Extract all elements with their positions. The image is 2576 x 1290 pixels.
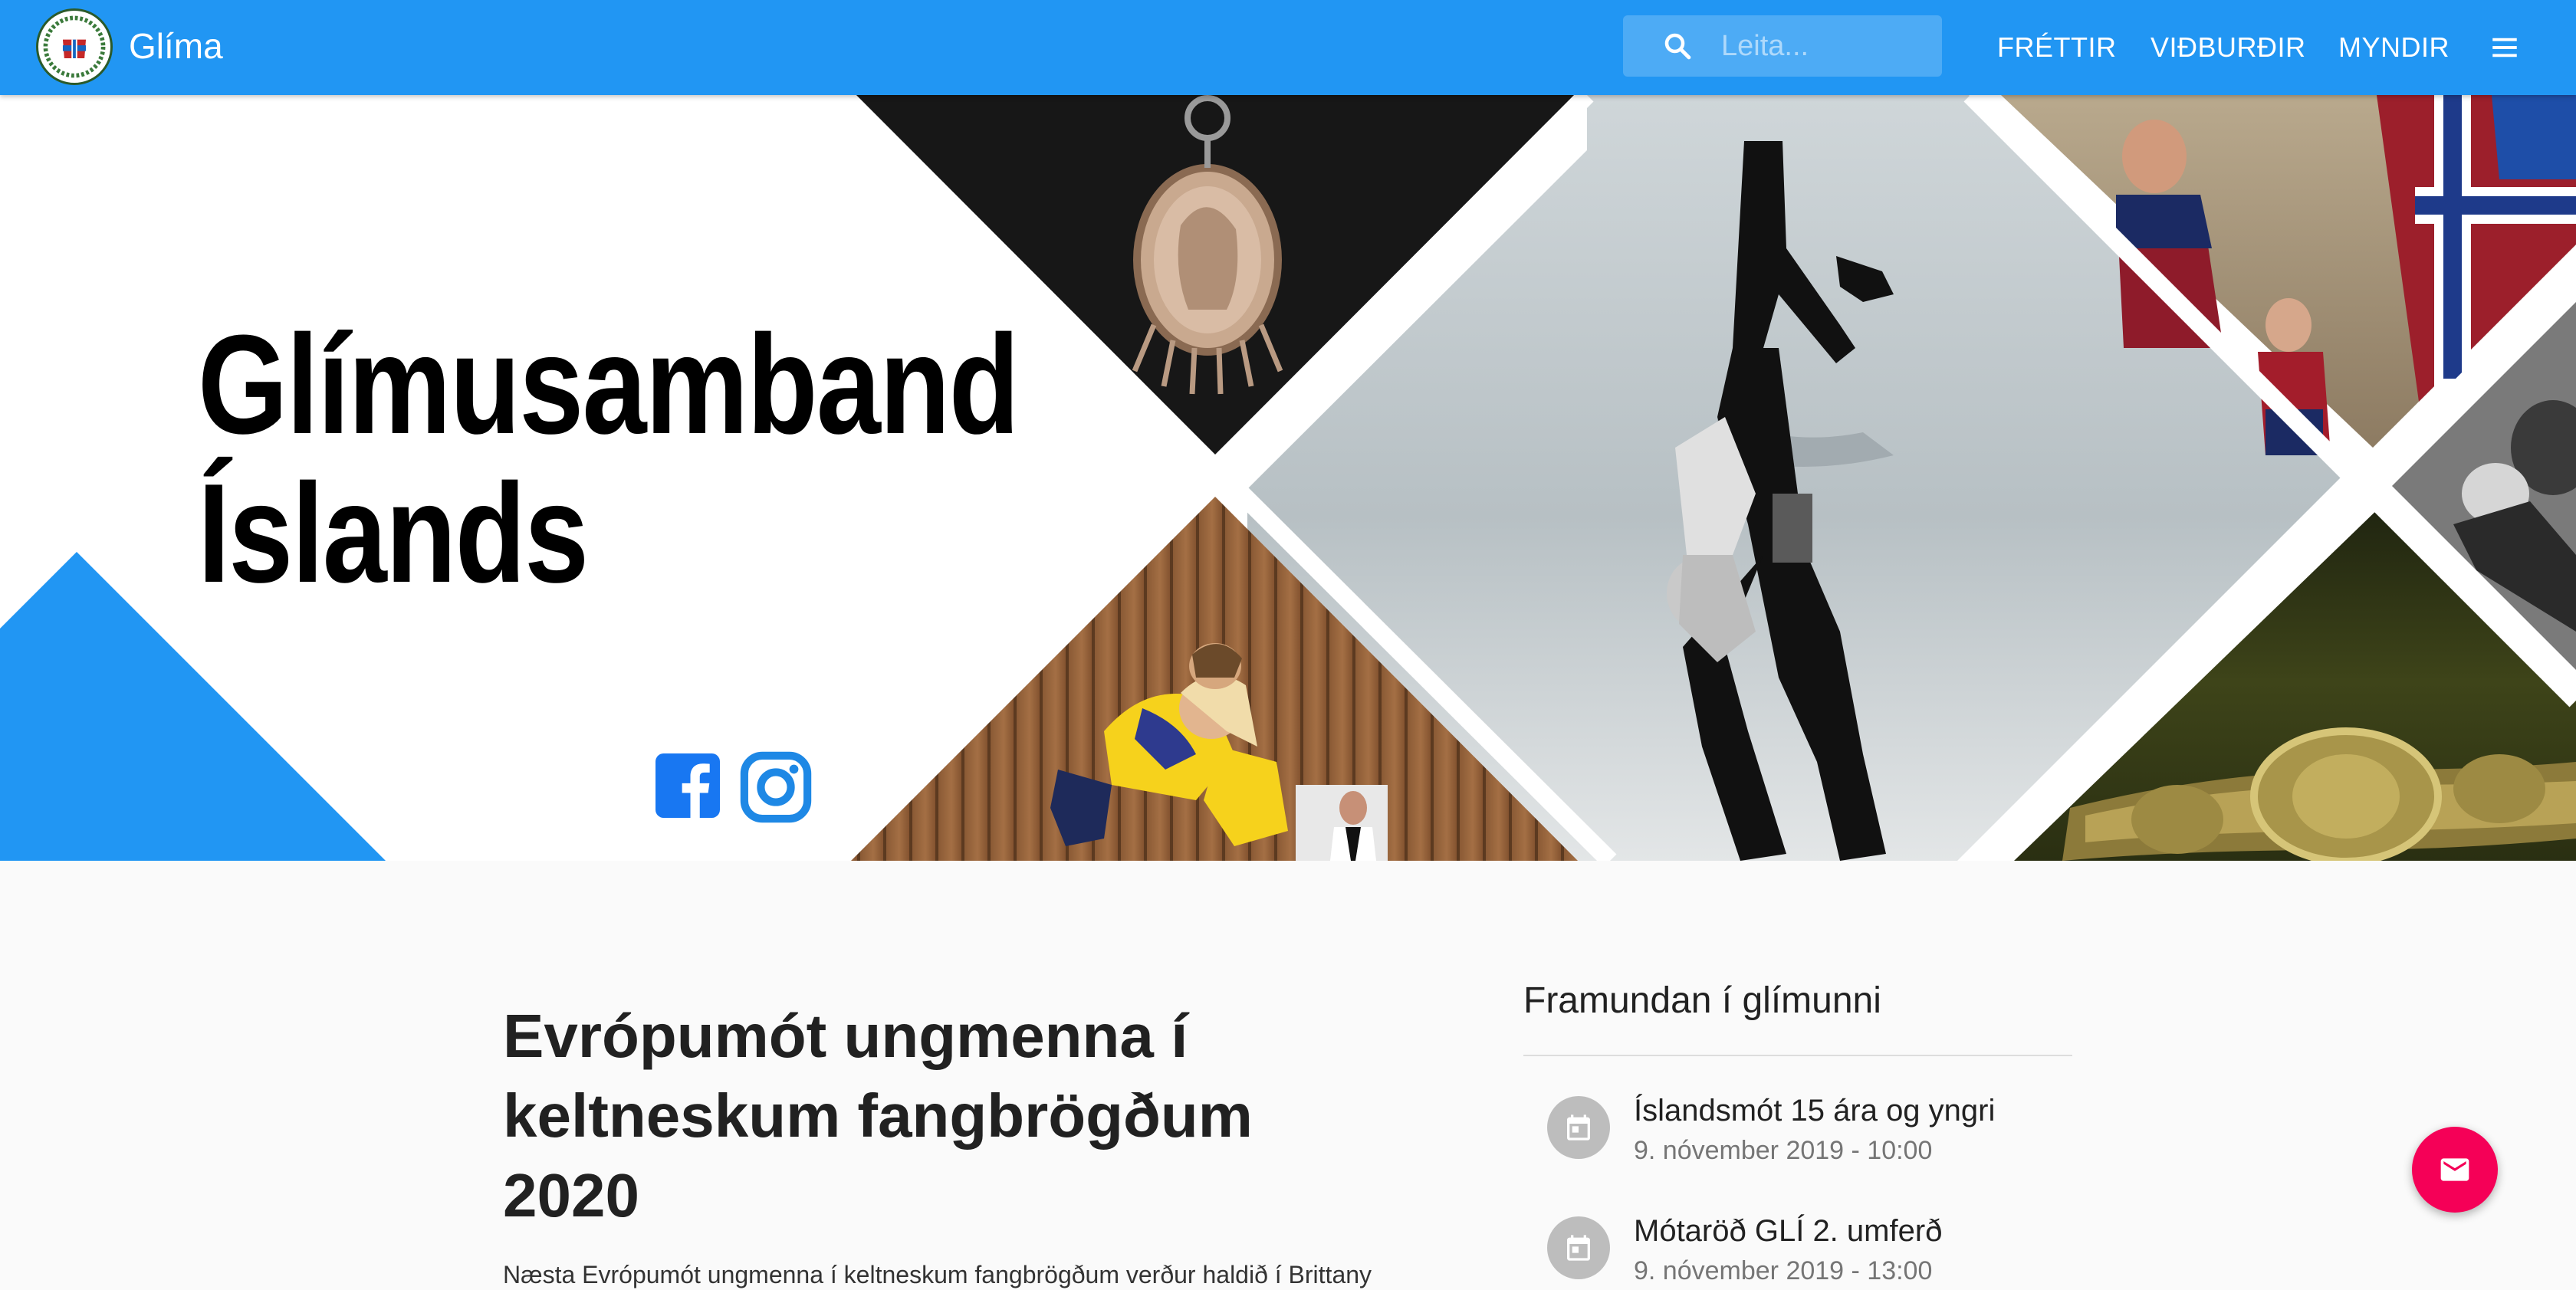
hero-banner: Glímusamband Íslands [0, 95, 2576, 861]
article-lead: Næsta Evrópumót ungmenna í keltneskum fa… [503, 1261, 1372, 1288]
search-box[interactable] [1623, 15, 1942, 77]
search-icon[interactable] [1661, 30, 1694, 62]
contact-fab-button[interactable] [2412, 1127, 2498, 1213]
event-date: 9. nóvember 2019 - 10:00 [1634, 1136, 1933, 1165]
calendar-icon [1567, 1235, 1590, 1261]
event-date: 9. nóvember 2019 - 13:00 [1634, 1256, 1933, 1285]
sidebar-divider [1523, 1055, 2072, 1056]
gli-logo[interactable] [36, 8, 113, 85]
hero-title: Glímusamband Íslands [198, 305, 1020, 612]
article-title-line-2[interactable]: keltneskum fangbrögðum [503, 1076, 1346, 1156]
menu-icon[interactable] [2489, 31, 2521, 64]
search-input[interactable] [1721, 15, 1928, 77]
article-title-line-3[interactable]: 2020 [503, 1156, 1346, 1236]
upcoming-events-title: Framundan í glímunni [1523, 980, 1881, 1021]
hero-title-line-1: Glímusamband [198, 305, 1020, 463]
brand-title[interactable]: Glíma [129, 25, 223, 67]
nav-frettir[interactable]: FRÉTTIR [1997, 31, 2116, 64]
article-title-line-1[interactable]: Evrópumót ungmenna í [503, 996, 1346, 1076]
hero-title-line-2: Íslands [198, 454, 589, 612]
mail-icon [2440, 1158, 2469, 1181]
nav-myndir[interactable]: MYNDIR [2338, 31, 2450, 64]
event-avatar [1547, 1216, 1610, 1279]
article-title[interactable]: Evrópumót ungmenna í keltneskum fangbrög… [503, 996, 1346, 1236]
event-title[interactable]: Mótaröð GLÍ 2. umferð [1634, 1212, 1942, 1250]
calendar-icon [1567, 1114, 1590, 1141]
event-title[interactable]: Íslandsmót 15 ára og yngri [1634, 1091, 1995, 1130]
event-avatar [1547, 1096, 1610, 1159]
nav-vidburdir[interactable]: VIÐBURÐIR [2150, 31, 2306, 64]
instagram-icon[interactable] [740, 751, 812, 823]
gli-logo-emblem [41, 13, 108, 80]
top-app-bar: Glíma FRÉTTIR VIÐBURÐIR MYNDIR [0, 0, 2576, 95]
facebook-icon[interactable] [656, 753, 720, 818]
